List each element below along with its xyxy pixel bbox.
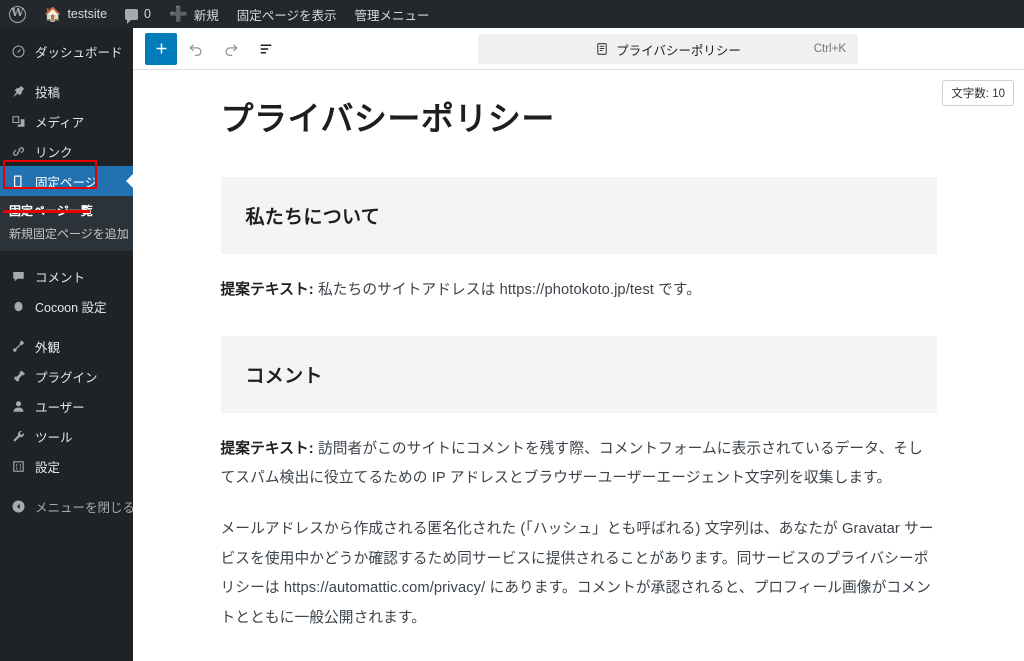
media-icon (8, 114, 28, 129)
sidebar-item-plugins[interactable]: プラグイン (0, 361, 133, 391)
command-bar-shortcut: Ctrl+K (813, 43, 846, 55)
sidebar-item-pages[interactable]: 固定ページ (0, 166, 134, 196)
sidebar-item-tools[interactable]: ツール (0, 421, 133, 451)
command-bar-title: プライバシーポリシー (616, 43, 741, 58)
sidebar-item-links[interactable]: リンク (0, 136, 133, 166)
heading-block[interactable]: 私たちについて (220, 177, 937, 255)
adminbar-new[interactable]: ➕ 新規 (160, 0, 228, 28)
sidebar-item-media[interactable]: メディア (0, 106, 133, 136)
user-icon (8, 399, 28, 414)
adminbar-admin-menu-label: 管理メニュー (354, 8, 430, 23)
page-title[interactable]: プライバシーポリシー (221, 98, 937, 139)
sidebar-item-collapse-menu[interactable]: メニューを閉じる (0, 491, 136, 521)
sidebar-subitem-label: 新規固定ページを追加 (9, 227, 129, 241)
paragraph-text: 私たちのサイトアドレスは https://photokoto.jp/test で… (313, 282, 702, 299)
settings-icon (8, 459, 28, 474)
redo-button[interactable] (215, 33, 247, 65)
link-icon (8, 144, 28, 159)
word-count-badge: 文字数: 10 (942, 80, 1014, 106)
adminbar-wp-logo[interactable] (0, 0, 35, 28)
editor-header-toolbar: プライバシーポリシー Ctrl+K (133, 28, 1024, 70)
document-icon (595, 42, 609, 56)
undo-button[interactable] (180, 33, 212, 65)
editor-canvas[interactable]: プライバシーポリシー 私たちについて 提案テキスト: 私たちのサイトアドレスは … (133, 71, 1024, 661)
sidebar-item-label: 固定ページ (35, 175, 98, 190)
cocoon-icon (8, 299, 28, 314)
adminbar-new-label: 新規 (193, 8, 219, 23)
comment-icon (8, 269, 28, 284)
adminbar-site-name[interactable]: 🏠 testsite (35, 0, 116, 28)
sidebar-item-label: メディア (35, 115, 85, 130)
sidebar-item-label: ユーザー (35, 400, 85, 415)
sidebar-item-label: メニューを閉じる (35, 500, 136, 515)
sidebar-item-label: ツール (35, 430, 73, 445)
collapse-icon (8, 499, 28, 514)
paragraph-text: メールアドレスから作成される匿名化された (「ハッシュ」とも呼ばれる) 文字列は… (220, 521, 934, 626)
annotation-underline-all-pages (3, 210, 90, 213)
tools-icon (8, 429, 28, 444)
sidebar-submenu-pages: 固定ページ一覧 新規固定ページを追加 (0, 196, 133, 251)
home-icon: 🏠 (44, 6, 62, 22)
word-count-label: 文字数: 10 (951, 88, 1005, 100)
adminbar-admin-menu[interactable]: 管理メニュー (345, 0, 438, 28)
appearance-icon (8, 339, 28, 354)
sidebar-item-label: 設定 (35, 460, 61, 475)
wordpress-logo-icon (9, 5, 26, 23)
admin-sidebar-menu: ダッシュボード 投稿 メディア リンク 固定ページ 固定ページ一覧 新規固定ペー… (0, 28, 136, 661)
paragraph-block[interactable]: 提案テキスト: 訪問者がこのサイトにコメントを残す際、コメントフォームに表示され… (221, 435, 937, 494)
sidebar-item-label: Cocoon 設定 (35, 300, 107, 315)
sidebar-item-dashboard[interactable]: ダッシュボード (0, 36, 133, 66)
sidebar-subitem-add-new-page[interactable]: 新規固定ページを追加 (0, 222, 133, 245)
pin-icon (8, 84, 28, 99)
adminbar-comments[interactable]: 0 (116, 0, 160, 28)
sidebar-item-label: 外観 (35, 340, 61, 355)
sidebar-item-appearance[interactable]: 外観 (0, 331, 133, 361)
adminbar-comment-count: 0 (144, 7, 151, 21)
post-content: プライバシーポリシー 私たちについて 提案テキスト: 私たちのサイトアドレスは … (220, 71, 937, 633)
heading-text: 私たちについて (245, 207, 381, 229)
sidebar-item-comments[interactable]: コメント (0, 261, 133, 291)
list-view-icon[interactable] (250, 33, 282, 65)
sidebar-item-label: 投稿 (35, 85, 61, 100)
adminbar-view-page-label: 固定ページを表示 (236, 8, 337, 23)
paragraph-block[interactable]: メールアドレスから作成される匿名化された (「ハッシュ」とも呼ばれる) 文字列は… (221, 515, 937, 633)
paragraph-block[interactable]: 提案テキスト: 私たちのサイトアドレスは https://photokoto.j… (221, 276, 937, 305)
add-block-button[interactable] (145, 32, 177, 65)
admin-bar: 🏠 testsite 0 ➕ 新規 固定ページを表示 管理メニュー (0, 0, 1024, 28)
adminbar-view-page[interactable]: 固定ページを表示 (228, 0, 346, 28)
sidebar-item-label: プラグイン (35, 370, 98, 385)
sidebar-item-label: コメント (35, 270, 86, 285)
heading-block[interactable]: コメント (220, 335, 937, 413)
sidebar-item-label: リンク (35, 145, 73, 160)
sidebar-item-settings[interactable]: 設定 (0, 451, 133, 481)
sidebar-item-cocoon-settings[interactable]: Cocoon 設定 (0, 291, 133, 321)
sidebar-item-posts[interactable]: 投稿 (0, 76, 133, 106)
paragraph-text: 訪問者がこのサイトにコメントを残す際、コメントフォームに表示されているデータ、そ… (220, 440, 923, 487)
paragraph-lead: 提案テキスト: (220, 440, 314, 457)
adminbar-site-name-label: testsite (67, 7, 108, 21)
command-center-bar[interactable]: プライバシーポリシー Ctrl+K (478, 34, 858, 64)
sidebar-item-label: ダッシュボード (35, 45, 123, 60)
sidebar-item-users[interactable]: ユーザー (0, 391, 133, 421)
paragraph-lead: 提案テキスト: (220, 282, 314, 299)
heading-text: コメント (245, 365, 323, 387)
block-editor: プライバシーポリシー Ctrl+K 文字数: 10 プライバシーポリシー 私たち… (133, 28, 1024, 661)
comment-bubble-icon (125, 8, 139, 24)
dashboard-icon (8, 44, 28, 59)
plus-icon: ➕ (169, 5, 188, 23)
plugin-icon (8, 369, 28, 384)
page-icon (8, 174, 28, 189)
